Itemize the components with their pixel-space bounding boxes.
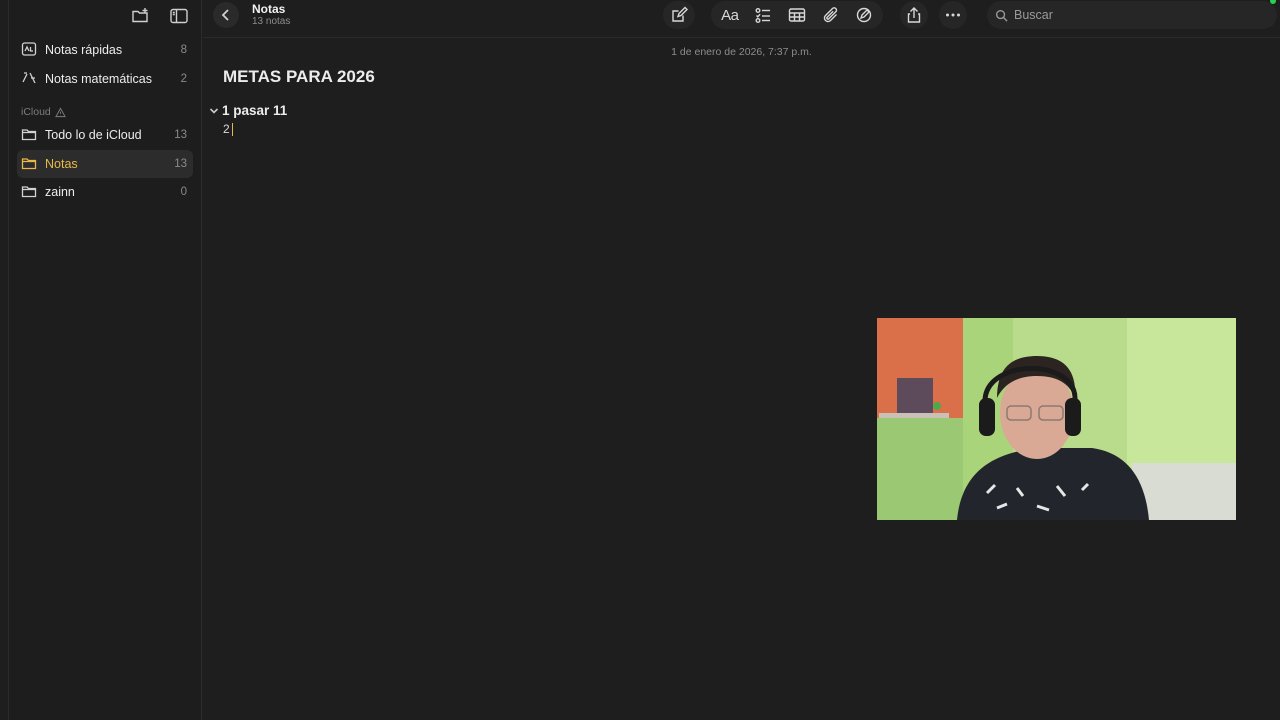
math-icon — [21, 70, 39, 88]
folder-title-block: Notas 13 notas — [252, 2, 290, 28]
status-dot — [1270, 0, 1276, 4]
format-group: Aa — [711, 1, 883, 29]
note-line-text: 2 — [223, 122, 230, 136]
section-label: iCloud — [21, 106, 51, 118]
checklist-icon[interactable] — [751, 2, 777, 28]
notes-app: Notas rápidas 8 Notas matemáticas 2 iClo… — [0, 0, 1280, 720]
table-icon[interactable] — [784, 2, 810, 28]
quick-note-icon — [21, 41, 39, 59]
search-input[interactable] — [1014, 8, 1254, 22]
sidebar-item-label: zainn — [45, 185, 75, 200]
note-date: 1 de enero de 2026, 7:37 p.m. — [671, 46, 812, 58]
folder-icon — [21, 155, 39, 173]
section-header-icloud: iCloud — [21, 103, 201, 121]
sidebar-item-math-notes[interactable]: Notas matemáticas 2 — [17, 65, 193, 94]
note-body-line[interactable]: 2 — [223, 122, 234, 136]
compose-icon[interactable] — [666, 2, 692, 28]
back-button[interactable] — [213, 2, 239, 28]
search-field[interactable] — [987, 1, 1277, 29]
sidebar-item-count: 13 — [174, 129, 187, 142]
share-group — [900, 1, 928, 29]
folder-icon — [21, 183, 39, 201]
chevron-down-icon[interactable] — [209, 106, 219, 116]
sidebar-item-label: Todo lo de iCloud — [45, 128, 142, 143]
sidebar-item-count: 8 — [180, 44, 187, 57]
sidebar-item-quick-notes[interactable]: Notas rápidas 8 — [17, 36, 193, 65]
sidebar: Notas rápidas 8 Notas matemáticas 2 iClo… — [8, 0, 202, 720]
compose-group — [663, 1, 695, 29]
sidebar-item-count: 13 — [174, 157, 187, 170]
share-icon[interactable] — [901, 2, 927, 28]
more-group — [939, 1, 967, 29]
sidebar-item-zainn[interactable]: zainn 0 — [17, 178, 193, 207]
warning-icon — [54, 106, 66, 117]
note-title[interactable]: METAS PARA 2026 — [223, 67, 375, 87]
attachment-icon[interactable] — [818, 2, 844, 28]
sidebar-item-label: Notas — [45, 156, 78, 171]
note-count: 13 notas — [252, 16, 291, 27]
chevron-left-icon — [221, 9, 229, 21]
toggle-sidebar-icon[interactable] — [167, 4, 191, 28]
text-format-button[interactable]: Aa — [717, 2, 743, 28]
note-heading[interactable]: 1 pasar 11 — [209, 103, 287, 118]
more-icon[interactable] — [940, 2, 966, 28]
note-heading-text: 1 pasar 11 — [222, 103, 288, 118]
sidebar-item-label: Notas rápidas — [45, 43, 123, 58]
sidebar-item-all-icloud[interactable]: Todo lo de iCloud 13 — [17, 121, 193, 150]
webcam-image — [877, 318, 1236, 520]
toolbar: Notas 13 notas Aa — [203, 0, 1280, 38]
folder-icon — [21, 126, 39, 144]
sidebar-toolbar — [9, 0, 201, 32]
markup-icon[interactable] — [851, 2, 877, 28]
text-cursor — [231, 122, 234, 136]
sidebar-item-count: 2 — [180, 72, 187, 85]
new-folder-icon[interactable] — [129, 4, 153, 28]
folder-title: Notas — [252, 2, 286, 16]
sidebar-item-label: Notas matemáticas — [45, 71, 152, 86]
search-icon — [995, 9, 1008, 22]
sidebar-item-count: 0 — [180, 186, 187, 199]
webcam-overlay — [877, 318, 1236, 520]
sidebar-list: Notas rápidas 8 Notas matemáticas 2 iClo… — [9, 36, 201, 207]
sidebar-item-notas[interactable]: Notas 13 — [17, 149, 193, 178]
